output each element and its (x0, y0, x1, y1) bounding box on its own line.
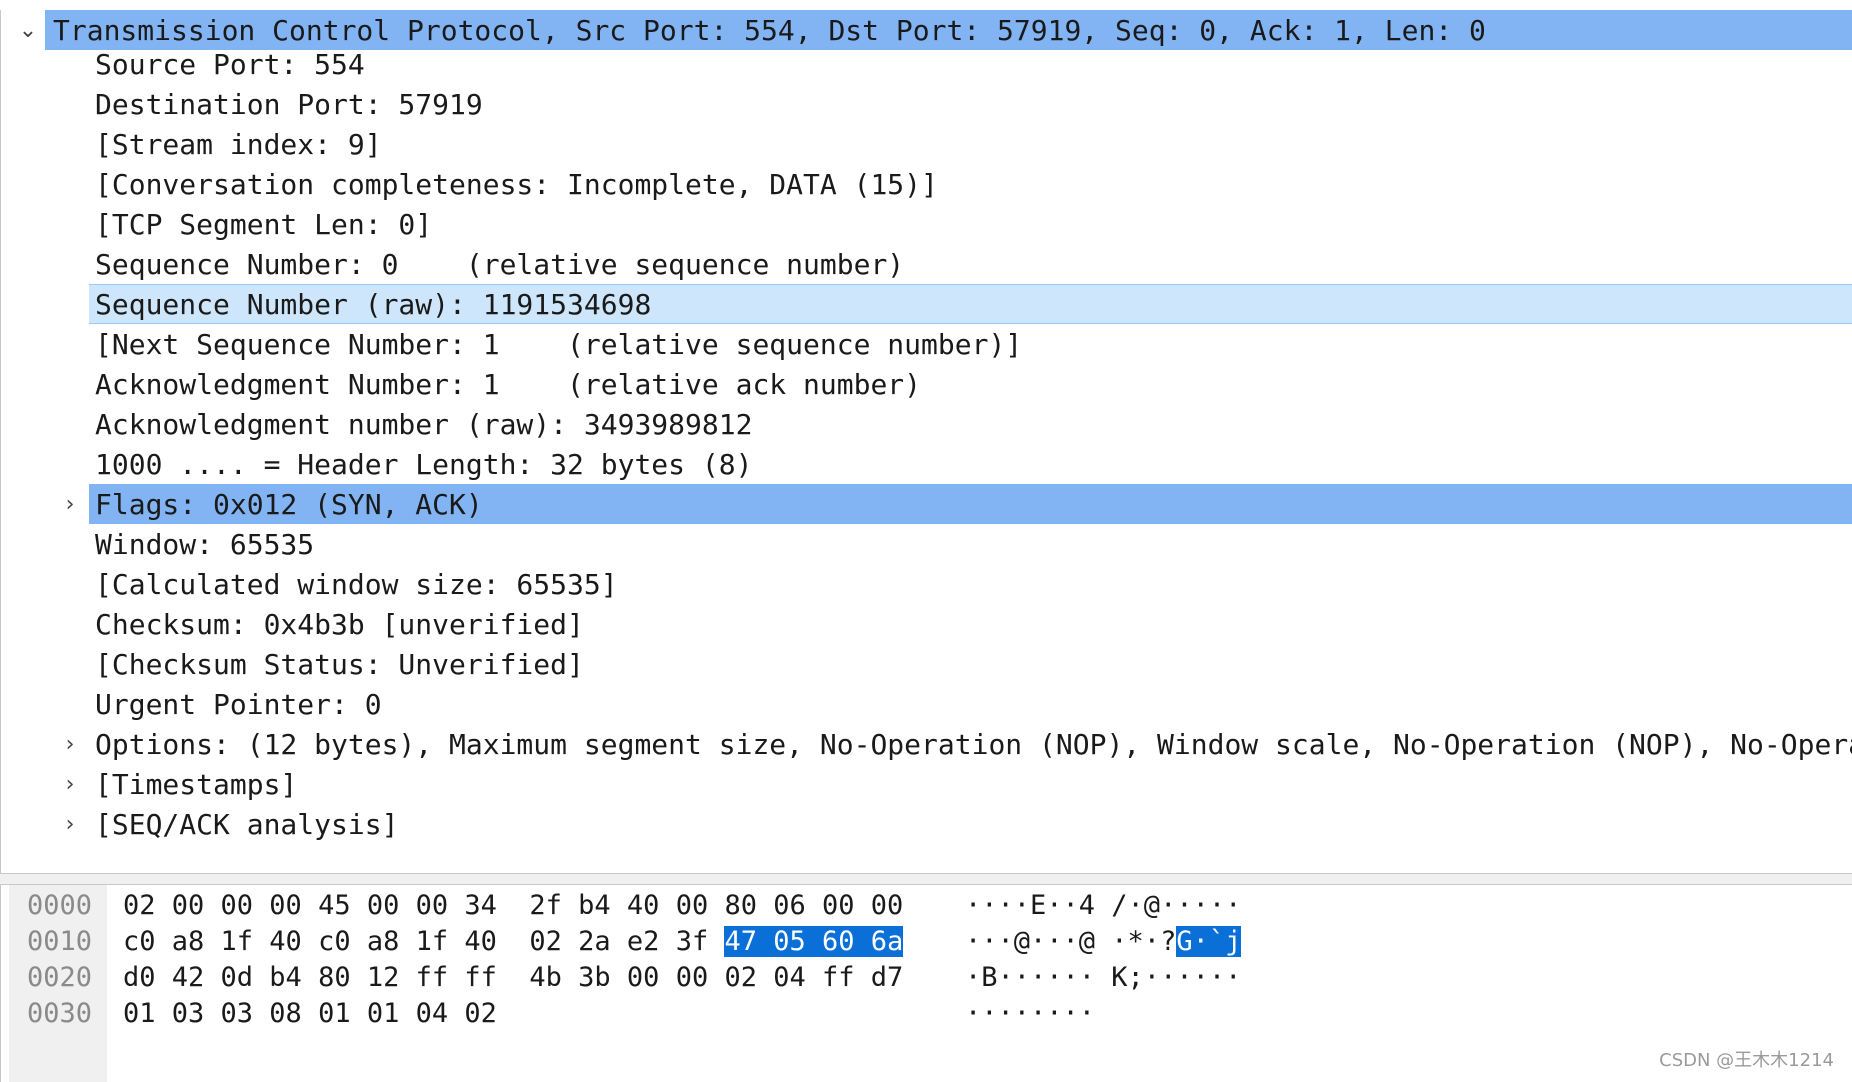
field-calculated-window-size[interactable]: [Calculated window size: 65535] (1, 564, 1852, 604)
hex-selected-bytes[interactable]: 47 05 60 6a (724, 925, 904, 957)
ascii-row[interactable]: ····E··4 /·@····· (965, 887, 1241, 923)
hex-bytes-row[interactable]: 02 00 00 00 45 00 00 34 2f b4 40 00 80 0… (123, 887, 903, 923)
hex-bytes-row[interactable]: 01 03 03 08 01 01 04 02 (123, 995, 497, 1031)
field-timestamps[interactable]: › [Timestamps] (1, 764, 1852, 804)
ascii-selected[interactable]: G·`j (1176, 925, 1242, 957)
field-sequence-number-raw[interactable]: Sequence Number (raw): 1191534698 (89, 284, 1852, 324)
field-destination-port[interactable]: Destination Port: 57919 (1, 84, 1852, 124)
field-window[interactable]: Window: 65535 (1, 524, 1852, 564)
ascii-row[interactable]: ·B······ K;······ (965, 959, 1241, 995)
packet-bytes-pane[interactable]: 0000 02 00 00 00 45 00 00 34 2f b4 40 00… (0, 885, 1852, 1082)
hex-offset: 0030 (27, 997, 93, 1029)
ascii-row[interactable]: ···@···@ ·*·? G·`j (965, 923, 1242, 959)
chevron-right-icon[interactable]: › (55, 724, 85, 764)
field-acknowledgment-number[interactable]: Acknowledgment Number: 1 (relative ack n… (1, 364, 1852, 404)
hex-offset: 0010 (27, 925, 93, 957)
field-checksum-status[interactable]: [Checksum Status: Unverified] (1, 644, 1852, 684)
chevron-right-icon[interactable]: › (55, 804, 85, 844)
field-next-sequence-number[interactable]: [Next Sequence Number: 1 (relative seque… (1, 324, 1852, 364)
hex-bytes-row[interactable]: d0 42 0d b4 80 12 ff ff 4b 3b 00 00 02 0… (123, 959, 903, 995)
hex-offset: 0000 (27, 889, 93, 921)
field-header-length[interactable]: 1000 .... = Header Length: 32 bytes (8) (1, 444, 1852, 484)
field-source-port[interactable]: Source Port: 554 (1, 44, 1852, 84)
field-sequence-number[interactable]: Sequence Number: 0 (relative sequence nu… (1, 244, 1852, 284)
field-segment-len[interactable]: [TCP Segment Len: 0] (1, 204, 1852, 244)
hex-offset: 0020 (27, 961, 93, 993)
chevron-right-icon[interactable]: › (55, 484, 85, 524)
field-checksum[interactable]: Checksum: 0x4b3b [unverified] (1, 604, 1852, 644)
ascii-row[interactable]: ········ (965, 995, 1095, 1031)
field-flags[interactable]: › Flags: 0x012 (SYN, ACK) (1, 484, 1852, 524)
field-acknowledgment-number-raw[interactable]: Acknowledgment number (raw): 3493989812 (1, 404, 1852, 444)
pane-splitter[interactable] (0, 874, 1852, 885)
chevron-right-icon[interactable]: › (55, 764, 85, 804)
packet-details-pane[interactable]: ⌄ Transmission Control Protocol, Src Por… (0, 10, 1852, 874)
field-conversation-completeness[interactable]: [Conversation completeness: Incomplete, … (1, 164, 1852, 204)
field-seq-ack-analysis[interactable]: › [SEQ/ACK analysis] (1, 804, 1852, 844)
field-options[interactable]: › Options: (12 bytes), Maximum segment s… (1, 724, 1852, 764)
watermark: CSDN @王木木1214 (1659, 1050, 1834, 1071)
field-urgent-pointer[interactable]: Urgent Pointer: 0 (1, 684, 1852, 724)
hex-bytes-row[interactable]: c0 a8 1f 40 c0 a8 1f 40 02 2a e2 3f 47 0… (123, 923, 904, 959)
field-stream-index[interactable]: [Stream index: 9] (1, 124, 1852, 164)
